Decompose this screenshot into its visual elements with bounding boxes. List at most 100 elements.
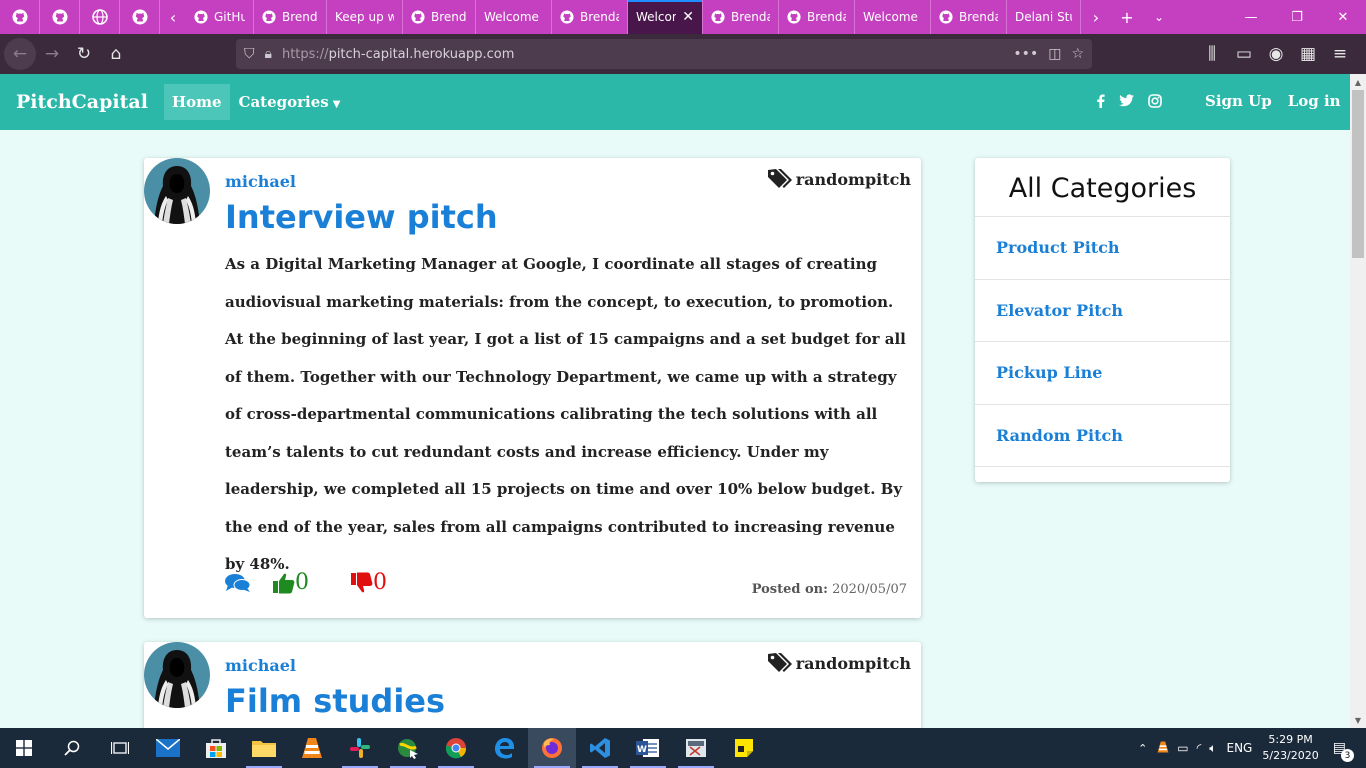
sticky-notes-icon bbox=[735, 739, 753, 757]
show-hidden-icons-chevron-icon[interactable]: ⌃ bbox=[1138, 742, 1147, 755]
nav-home-link[interactable]: Home bbox=[163, 84, 230, 120]
page-actions-icon[interactable]: ••• bbox=[1013, 46, 1038, 62]
wifi-icon[interactable]: ◜ bbox=[1197, 741, 1202, 755]
new-tab-button[interactable]: + bbox=[1111, 0, 1143, 34]
twitter-icon[interactable] bbox=[1119, 94, 1134, 107]
tracking-shield-icon[interactable]: ⛉ bbox=[244, 46, 255, 62]
instagram-icon[interactable] bbox=[1148, 94, 1162, 108]
post-category-tag[interactable]: randompitch bbox=[767, 652, 911, 674]
slack-app-button[interactable] bbox=[336, 728, 384, 768]
library-icon[interactable]: ⫼ bbox=[1196, 38, 1228, 70]
avatar[interactable] bbox=[144, 642, 210, 708]
tab-title: Brenda bbox=[282, 10, 318, 24]
search-button[interactable] bbox=[48, 728, 96, 768]
log-in-link[interactable]: Log in bbox=[1288, 92, 1341, 110]
tab-welcome[interactable]: Welcome t bbox=[855, 0, 931, 34]
scroll-tabs-left-button[interactable]: ‹ bbox=[160, 0, 186, 34]
scroll-up-arrow-icon[interactable]: ▲ bbox=[1350, 74, 1366, 90]
chrome-app-button[interactable] bbox=[432, 728, 480, 768]
volume-icon[interactable]: 🔈︎ bbox=[1209, 741, 1216, 756]
page-scrollbar[interactable]: ▲ ▼ bbox=[1350, 74, 1366, 728]
downvote-button[interactable]: 0 bbox=[351, 570, 387, 595]
avatar[interactable] bbox=[144, 158, 210, 224]
minimize-window-button[interactable]: — bbox=[1228, 0, 1274, 34]
url-text[interactable]: https://pitch-capital.herokuapp.com bbox=[282, 47, 1003, 62]
word-app-button[interactable]: W bbox=[624, 728, 672, 768]
sign-up-link[interactable]: Sign Up bbox=[1205, 92, 1272, 110]
pinned-tab-globe[interactable] bbox=[80, 0, 120, 34]
url-protocol: https:// bbox=[281, 46, 329, 62]
back-button[interactable]: ← bbox=[4, 38, 36, 70]
tab-keep-up[interactable]: Keep up w bbox=[327, 0, 403, 34]
address-bar[interactable]: ⛉ 🔒︎ https://pitch-capital.herokuapp.com… bbox=[236, 39, 1092, 69]
pinned-tab-github[interactable] bbox=[120, 0, 160, 34]
snipping-tool-button[interactable] bbox=[672, 728, 720, 768]
comments-icon bbox=[225, 573, 251, 592]
comments-button[interactable] bbox=[225, 573, 251, 593]
notifications-icon[interactable]: ▤ 3 bbox=[1333, 740, 1354, 762]
start-button[interactable] bbox=[0, 728, 48, 768]
category-link-elevator-pitch[interactable]: Elevator Pitch bbox=[975, 280, 1230, 342]
post-category-label: randompitch bbox=[795, 653, 911, 673]
tab-brenda[interactable]: Brenda bbox=[703, 0, 779, 34]
tab-brenda[interactable]: Brenda bbox=[931, 0, 1007, 34]
facebook-icon[interactable] bbox=[1096, 94, 1105, 108]
scrollbar-thumb[interactable] bbox=[1352, 90, 1364, 258]
extensions-icon[interactable]: ▦ bbox=[1292, 38, 1324, 70]
tab-brenda[interactable]: Brenda bbox=[403, 0, 476, 34]
site-brand[interactable]: PitchCapital bbox=[16, 91, 148, 113]
restore-window-button[interactable]: ❐ bbox=[1274, 0, 1320, 34]
tab-brenda[interactable]: Brenda bbox=[254, 0, 327, 34]
folder-icon bbox=[252, 741, 276, 757]
tab-brenda[interactable]: Brenda bbox=[552, 0, 628, 34]
upvote-button[interactable]: 0 bbox=[273, 570, 309, 595]
scroll-tabs-right-button[interactable]: › bbox=[1081, 0, 1111, 34]
pinned-tab-github[interactable] bbox=[0, 0, 40, 34]
close-window-button[interactable]: ✕ bbox=[1320, 0, 1366, 34]
clock[interactable]: 5:29 PM 5/23/2020 bbox=[1262, 732, 1318, 764]
tab-delani[interactable]: Delani Stu bbox=[1007, 0, 1081, 34]
mail-app-button[interactable] bbox=[144, 728, 192, 768]
bookmark-star-icon[interactable]: ☆ bbox=[1071, 46, 1084, 62]
list-all-tabs-icon[interactable]: ⌄ bbox=[1143, 0, 1175, 34]
forward-button[interactable]: → bbox=[36, 38, 68, 70]
reload-button[interactable]: ↻ bbox=[68, 38, 100, 70]
tab-title: Brenda bbox=[580, 10, 619, 24]
post-author-link[interactable]: michael bbox=[225, 656, 296, 675]
account-icon[interactable]: ◉ bbox=[1260, 38, 1292, 70]
task-view-button[interactable] bbox=[96, 728, 144, 768]
category-link-product-pitch[interactable]: Product Pitch bbox=[975, 217, 1230, 280]
vlc-tray-icon[interactable] bbox=[1157, 740, 1169, 757]
vscode-app-button[interactable] bbox=[576, 728, 624, 768]
vlc-app-button[interactable] bbox=[288, 728, 336, 768]
menu-hamburger-icon[interactable]: ≡ bbox=[1324, 38, 1356, 70]
file-explorer-button[interactable] bbox=[240, 728, 288, 768]
system-tray: ⌃ ▭ ◜ 🔈︎ ENG 5:29 PM 5/23/2020 ▤ 3 bbox=[1138, 728, 1366, 768]
scroll-down-arrow-icon[interactable]: ▼ bbox=[1350, 712, 1366, 728]
pinned-tab-github[interactable] bbox=[40, 0, 80, 34]
tab-welcome[interactable]: Welcome t bbox=[476, 0, 552, 34]
photos-app-button[interactable] bbox=[384, 728, 432, 768]
store-app-button[interactable] bbox=[192, 728, 240, 768]
tab-github[interactable]: GitHub bbox=[186, 0, 254, 34]
site-navbar: PitchCapital Home Categories ▼ Sign Up Lo… bbox=[0, 74, 1350, 130]
tab-brenda[interactable]: Brenda bbox=[779, 0, 855, 34]
lock-icon[interactable]: 🔒︎ bbox=[265, 46, 272, 62]
firefox-app-button[interactable] bbox=[528, 728, 576, 768]
post-category-tag[interactable]: randompitch bbox=[767, 168, 911, 190]
pocket-icon[interactable]: ◫ bbox=[1048, 46, 1061, 62]
tab-welcome-active[interactable]: Welcome ✕ bbox=[628, 0, 703, 34]
category-link-pickup-line[interactable]: Pickup Line bbox=[975, 342, 1230, 405]
posted-date-value: 2020/05/07 bbox=[832, 582, 907, 597]
language-indicator[interactable]: ENG bbox=[1227, 741, 1253, 755]
category-link-random-pitch[interactable]: Random Pitch bbox=[975, 405, 1230, 467]
home-button[interactable]: ⌂ bbox=[100, 38, 132, 70]
sticky-notes-button[interactable] bbox=[720, 728, 768, 768]
battery-icon[interactable]: ▭ bbox=[1177, 741, 1188, 755]
post-actions: 0 0 bbox=[225, 570, 409, 595]
edge-app-button[interactable] bbox=[480, 728, 528, 768]
close-tab-icon[interactable]: ✕ bbox=[682, 9, 694, 25]
post-author-link[interactable]: michael bbox=[225, 172, 296, 191]
nav-categories-dropdown[interactable]: Categories ▼ bbox=[239, 93, 341, 111]
sidebar-toggle-icon[interactable]: ▭ bbox=[1228, 38, 1260, 70]
